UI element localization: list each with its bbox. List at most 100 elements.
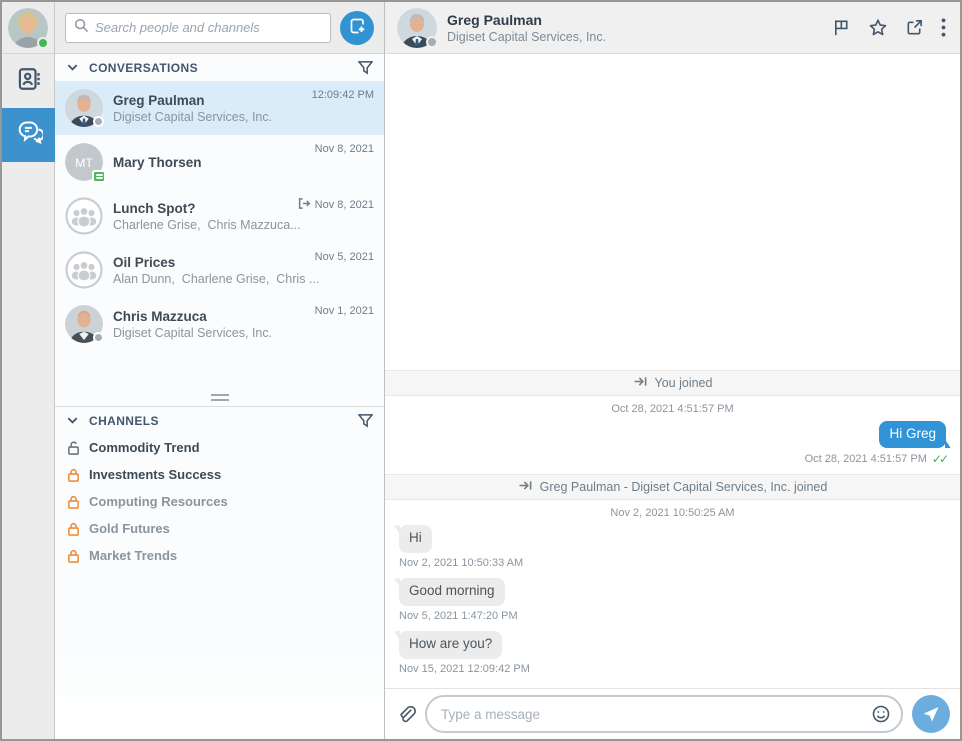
new-chat-button[interactable]	[340, 11, 374, 45]
conversation-timestamp: 12:09:42 PM	[312, 89, 374, 101]
peer-avatar[interactable]	[397, 8, 437, 48]
received-message-meta: Nov 5, 2021 1:47:20 PM	[399, 610, 518, 622]
join-arrow-icon	[633, 375, 648, 391]
resize-handle[interactable]	[211, 394, 229, 401]
received-message-meta: Nov 2, 2021 10:50:33 AM	[399, 557, 523, 569]
conversation-name: Mary Thorsen	[113, 155, 374, 170]
kebab-menu-icon[interactable]	[941, 18, 946, 37]
timeline-timestamp: Oct 28, 2021 4:51:57 PM	[385, 403, 960, 415]
channel-computing-resources[interactable]: Computing Resources	[55, 488, 384, 515]
channels-header: CHANNELS	[55, 407, 384, 434]
read-receipt-icon: ✓✓	[932, 452, 946, 466]
sent-message-bubble[interactable]: Hi Greg	[879, 421, 946, 449]
channel-label: Gold Futures	[89, 521, 170, 536]
sidebar-item-chats[interactable]	[2, 108, 55, 162]
conversations-header-label: CONVERSATIONS	[89, 61, 358, 75]
lock-icon	[67, 522, 80, 536]
avatar: MT	[65, 143, 103, 181]
conversation-lunch-spot[interactable]: Lunch Spot? Charlene Grise, Chris Mazzuc…	[55, 189, 384, 243]
channels-filter-icon[interactable]	[358, 413, 373, 428]
received-message-bubble[interactable]: Good morning	[399, 578, 505, 606]
channel-label: Computing Resources	[89, 494, 228, 509]
chevron-down-icon[interactable]	[66, 61, 79, 74]
channel-label: Market Trends	[89, 548, 177, 563]
my-avatar[interactable]	[8, 8, 48, 48]
banner-text: You joined	[655, 376, 713, 390]
received-message-bubble[interactable]: Hi	[399, 525, 432, 553]
search-box[interactable]	[65, 13, 331, 43]
peer-company: Digiset Capital Services, Inc.	[447, 30, 606, 44]
channel-label: Investments Success	[89, 467, 221, 482]
send-button[interactable]	[912, 695, 950, 733]
channel-investments-success[interactable]: Investments Success	[55, 461, 384, 488]
lock-icon	[67, 549, 80, 563]
message-text: How are you?	[409, 636, 492, 651]
lock-open-icon	[67, 441, 80, 455]
avatar	[65, 305, 103, 343]
paperclip-icon	[395, 704, 416, 725]
chats-icon	[15, 119, 43, 152]
peer-name: Greg Paulman	[447, 12, 606, 28]
conversation-timestamp: Nov 8, 2021	[315, 143, 374, 155]
new-chat-icon	[348, 16, 367, 40]
pop-out-icon[interactable]	[905, 18, 924, 37]
message-timeline: You joined Oct 28, 2021 4:51:57 PM Hi Gr…	[385, 54, 960, 688]
attachment-button[interactable]	[395, 704, 416, 725]
bubble-tail	[945, 439, 951, 448]
search-icon	[74, 18, 89, 38]
sidebar: CONVERSATIONS	[55, 2, 385, 739]
message-input-box[interactable]	[425, 695, 903, 733]
bubble-tail	[394, 578, 400, 587]
conversation-participants: Alan Dunn, Charlene Grise, Chris ...	[113, 272, 374, 286]
system-banner-peer-joined: Greg Paulman - Digiset Capital Services,…	[385, 474, 960, 500]
chevron-down-icon[interactable]	[66, 414, 79, 427]
sidebar-item-contacts[interactable]	[2, 54, 55, 108]
banner-text: Greg Paulman - Digiset Capital Services,…	[540, 480, 828, 494]
conversations-filter-icon[interactable]	[358, 60, 373, 75]
message-timestamp: Oct 28, 2021 4:51:57 PM	[805, 453, 927, 465]
message-text: Hi	[409, 530, 422, 545]
channel-label: Commodity Trend	[89, 440, 200, 455]
left-rail	[2, 2, 55, 739]
conversation-greg-paulman[interactable]: Greg Paulman Digiset Capital Services, I…	[55, 81, 384, 135]
flag-icon[interactable]	[832, 18, 851, 37]
message-composer	[385, 688, 960, 739]
emoji-button[interactable]	[871, 704, 891, 724]
timeline-timestamp: Nov 2, 2021 10:50:25 AM	[385, 507, 960, 519]
svg-text:MT: MT	[75, 156, 93, 170]
conversation-mary-thorsen[interactable]: MT Mary Thorsen Nov 8, 2021	[55, 135, 384, 189]
conversation-timestamp: Nov 5, 2021	[315, 251, 374, 263]
conversation-info: Mary Thorsen	[113, 155, 374, 170]
message-text: Good morning	[409, 583, 495, 598]
search-input[interactable]	[95, 20, 322, 35]
conversation-oil-prices[interactable]: Oil Prices Alan Dunn, Charlene Grise, Ch…	[55, 243, 384, 297]
message-input[interactable]	[441, 707, 871, 722]
peer-info: Greg Paulman Digiset Capital Services, I…	[447, 12, 606, 44]
channel-gold-futures[interactable]: Gold Futures	[55, 515, 384, 542]
channels-header-label: CHANNELS	[89, 414, 358, 428]
message-text: Hi Greg	[889, 426, 936, 441]
offline-status-dot	[93, 116, 104, 127]
contacts-icon	[16, 66, 42, 97]
conversation-chris-mazzuca[interactable]: Chris Mazzuca Digiset Capital Services, …	[55, 297, 384, 351]
send-plane-icon	[921, 704, 941, 724]
system-banner-you-joined: You joined	[385, 370, 960, 396]
conversation-subtitle: Digiset Capital Services, Inc.	[113, 110, 374, 124]
bubble-tail	[394, 525, 400, 534]
smiley-icon	[871, 704, 891, 724]
channel-commodity-trend[interactable]: Commodity Trend	[55, 434, 384, 461]
sent-message-meta: Oct 28, 2021 4:51:57 PM ✓✓	[805, 452, 946, 466]
conversation-timestamp: Nov 8, 2021	[297, 197, 374, 213]
conversation-timestamp: Nov 1, 2021	[315, 305, 374, 317]
received-message-bubble[interactable]: How are you?	[399, 631, 502, 659]
my-profile[interactable]	[2, 2, 54, 54]
chat-badge-icon	[92, 170, 106, 183]
channels-list: Commodity Trend Investments Success Comp…	[55, 434, 384, 569]
group-avatar-icon	[65, 251, 103, 289]
star-icon[interactable]	[868, 18, 888, 38]
sidebar-empty-area	[55, 569, 384, 739]
channel-market-trends[interactable]: Market Trends	[55, 542, 384, 569]
messenger-window: CONVERSATIONS	[0, 0, 962, 741]
group-avatar-icon	[65, 197, 103, 235]
avatar	[65, 89, 103, 127]
